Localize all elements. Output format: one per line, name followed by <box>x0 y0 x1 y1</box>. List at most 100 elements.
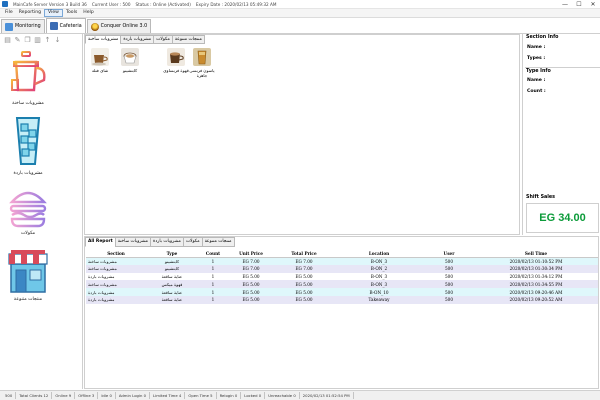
coffee-cup-icon <box>167 48 185 66</box>
column-header-type[interactable]: Type <box>146 250 198 258</box>
move-down-icon[interactable]: ↓ <box>54 36 61 44</box>
cafeteria-icon <box>49 22 58 30</box>
category-sidebar: ▤ ✎ ❐ ▥ ↑ ↓ مشروبات ساخنة مشروبات باردة <box>0 34 83 389</box>
report-tab-food[interactable]: مكولات <box>182 237 203 247</box>
edit-icon[interactable]: ✎ <box>14 36 21 44</box>
report-tabs: All Report مشروبات ساخنة مشروبات باردة م… <box>85 237 235 247</box>
status-limited-time: Limited Time 4 <box>150 392 186 399</box>
report-tab-cold-drinks[interactable]: مشروبات باردة <box>150 237 184 247</box>
column-header-user[interactable]: User <box>424 250 474 258</box>
category-hot-drinks[interactable]: مشروبات ساخنة <box>5 50 51 106</box>
category-misc-products[interactable]: منتجات متنوعة <box>5 248 51 302</box>
category-hot-drinks-label: مشروبات ساخنة <box>12 101 44 106</box>
table-row[interactable]: مشروبات ساخنة كابتشينو 1 EG 7.00 EG 7.00… <box>86 257 598 265</box>
add-icon[interactable]: ▤ <box>4 36 11 44</box>
product-tab-misc[interactable]: منتجات متنوعة <box>171 35 205 44</box>
type-info-title: Type Info <box>526 69 551 74</box>
cell-unit-price: EG 5.00 <box>228 288 274 296</box>
product-tab-hot-drinks[interactable]: مشروبات ساخنة <box>85 35 122 44</box>
tab-conquer-online[interactable]: Conquer Online 3.0 <box>86 19 152 33</box>
cell-location: Takeaway <box>334 295 424 304</box>
menu-help[interactable]: Help <box>80 9 96 17</box>
table-row[interactable]: مشروبات باردة عناية ساقعة 1 EG 5.00 EG 5… <box>86 288 598 296</box>
menu-bar: File Reporting View Tools Help <box>0 9 600 18</box>
cell-user: 500 <box>424 264 474 273</box>
cell-total-price: EG 5.00 <box>274 295 334 304</box>
report-tab-misc[interactable]: منتجات متنوعة <box>201 237 235 247</box>
title-expiry: Expiry Date : 2020/02/13 05:49:32 AM <box>195 1 277 7</box>
table-row[interactable]: مشروبات ساخنة قهوة ميكس 1 EG 5.00 EG 5.0… <box>86 280 598 289</box>
tab-cafeteria[interactable]: Cafeteria <box>45 18 86 33</box>
copy-icon[interactable]: ❐ <box>24 36 31 44</box>
cell-unit-price: EG 7.00 <box>228 257 274 265</box>
cell-count: 1 <box>198 280 228 289</box>
menu-reporting[interactable]: Reporting <box>16 9 44 17</box>
product-item-label: ياسون فرنسى جاهزة <box>189 68 215 78</box>
status-offline: Offline 3 <box>75 392 99 399</box>
cell-type: عناية ساقعة <box>146 295 198 304</box>
product-item[interactable]: ياسون فرنسى جاهزة <box>189 48 215 78</box>
sales-report-panel: All Report مشروبات ساخنة مشروبات باردة م… <box>84 236 599 389</box>
delete-icon[interactable]: ▥ <box>34 36 41 44</box>
status-datetime: 2020/02/13 01:52:54 PM <box>300 392 354 399</box>
minimize-button[interactable]: — <box>558 0 572 9</box>
cell-unit-price: EG 5.00 <box>228 280 274 289</box>
cell-count: 1 <box>198 272 228 281</box>
status-locked: Locked 0 <box>241 392 266 399</box>
cell-section: مشروبات باردة <box>86 288 146 296</box>
cell-location: B-ON_3 <box>334 280 424 289</box>
product-category-tabs: مشروبات ساخنة مشروبات باردة مكولات منتجا… <box>85 35 205 44</box>
close-button[interactable]: ✕ <box>586 0 600 9</box>
table-row[interactable]: مشروبات باردة عناية ساقعة 1 EG 5.00 EG 5… <box>86 272 598 281</box>
column-header-sell-time[interactable]: Sell Time <box>474 250 598 258</box>
cell-total-price: EG 5.00 <box>274 272 334 281</box>
status-relogin: Relogin 0 <box>217 392 242 399</box>
tab-conquer-online-label: Conquer Online 3.0 <box>100 24 148 29</box>
cell-type: عناية ساقعة <box>146 272 198 281</box>
column-header-section[interactable]: Section <box>86 250 146 258</box>
report-tab-all[interactable]: All Report <box>85 237 116 247</box>
column-header-unit-price[interactable]: Unit Price <box>228 250 274 258</box>
tab-cafeteria-label: Cafeteria <box>59 23 82 29</box>
status-online: Online 9 <box>52 392 76 399</box>
column-header-total-price[interactable]: Total Price <box>274 250 334 258</box>
title-app-version: MainCafe Server Version 3 Build 36 <box>13 1 87 7</box>
product-item[interactable]: قهوة فرنساوى <box>163 48 189 73</box>
report-tab-hot-drinks[interactable]: مشروبات ساخنة <box>114 237 152 247</box>
cell-location: B-ON_3 <box>334 272 424 281</box>
cell-unit-price: EG 7.00 <box>228 264 274 273</box>
product-tab-cold-drinks[interactable]: مشروبات باردة <box>120 35 155 44</box>
cell-user: 500 <box>424 280 474 289</box>
column-header-count[interactable]: Count <box>198 250 228 258</box>
cell-user: 500 <box>424 295 474 304</box>
status-admin-login: Admin Login 0 <box>116 392 151 399</box>
move-up-icon[interactable]: ↑ <box>44 36 51 44</box>
product-tab-food[interactable]: مكولات <box>153 35 173 44</box>
cell-count: 1 <box>198 264 228 273</box>
table-header-row: Section Type Count Unit Price Total Pric… <box>86 250 598 258</box>
menu-view[interactable]: View <box>44 9 63 17</box>
cell-unit-price: EG 5.00 <box>228 295 274 304</box>
cell-user: 500 <box>424 257 474 265</box>
product-item-label: قهوة فرنساوى <box>163 68 189 73</box>
store-icon <box>8 250 48 293</box>
column-header-location[interactable]: Location <box>334 250 424 258</box>
product-item[interactable]: كابتشينو <box>117 48 143 73</box>
cell-sell-time: 2020/02/13 09:20:52 AM <box>474 295 598 304</box>
category-cold-drinks[interactable]: مشروبات باردة <box>5 116 51 176</box>
cell-sell-time: 2020/02/13 01:10:52 PM <box>474 257 598 265</box>
cell-section: مشروبات ساخنة <box>86 257 146 265</box>
maximize-button[interactable]: ☐ <box>572 0 586 9</box>
cell-location: B-ON_3 <box>334 257 424 265</box>
glass-drink-icon <box>193 48 211 66</box>
product-item[interactable]: شاى فتله <box>87 48 113 73</box>
cell-location: B-ON_10 <box>334 288 424 296</box>
cell-type: كابتشينو <box>146 257 198 265</box>
menu-file[interactable]: File <box>2 9 16 17</box>
tab-monitoring[interactable]: Monitoring <box>1 19 45 33</box>
table-row[interactable]: مشروبات ساخنة كابتشينو 1 EG 7.00 EG 7.00… <box>86 264 598 273</box>
menu-tools[interactable]: Tools <box>63 9 80 17</box>
table-row[interactable]: مشروبات باردة عناية ساقعة 1 EG 5.00 EG 5… <box>86 295 598 304</box>
game-icon <box>90 22 99 31</box>
category-food[interactable]: مكولات <box>5 184 51 236</box>
